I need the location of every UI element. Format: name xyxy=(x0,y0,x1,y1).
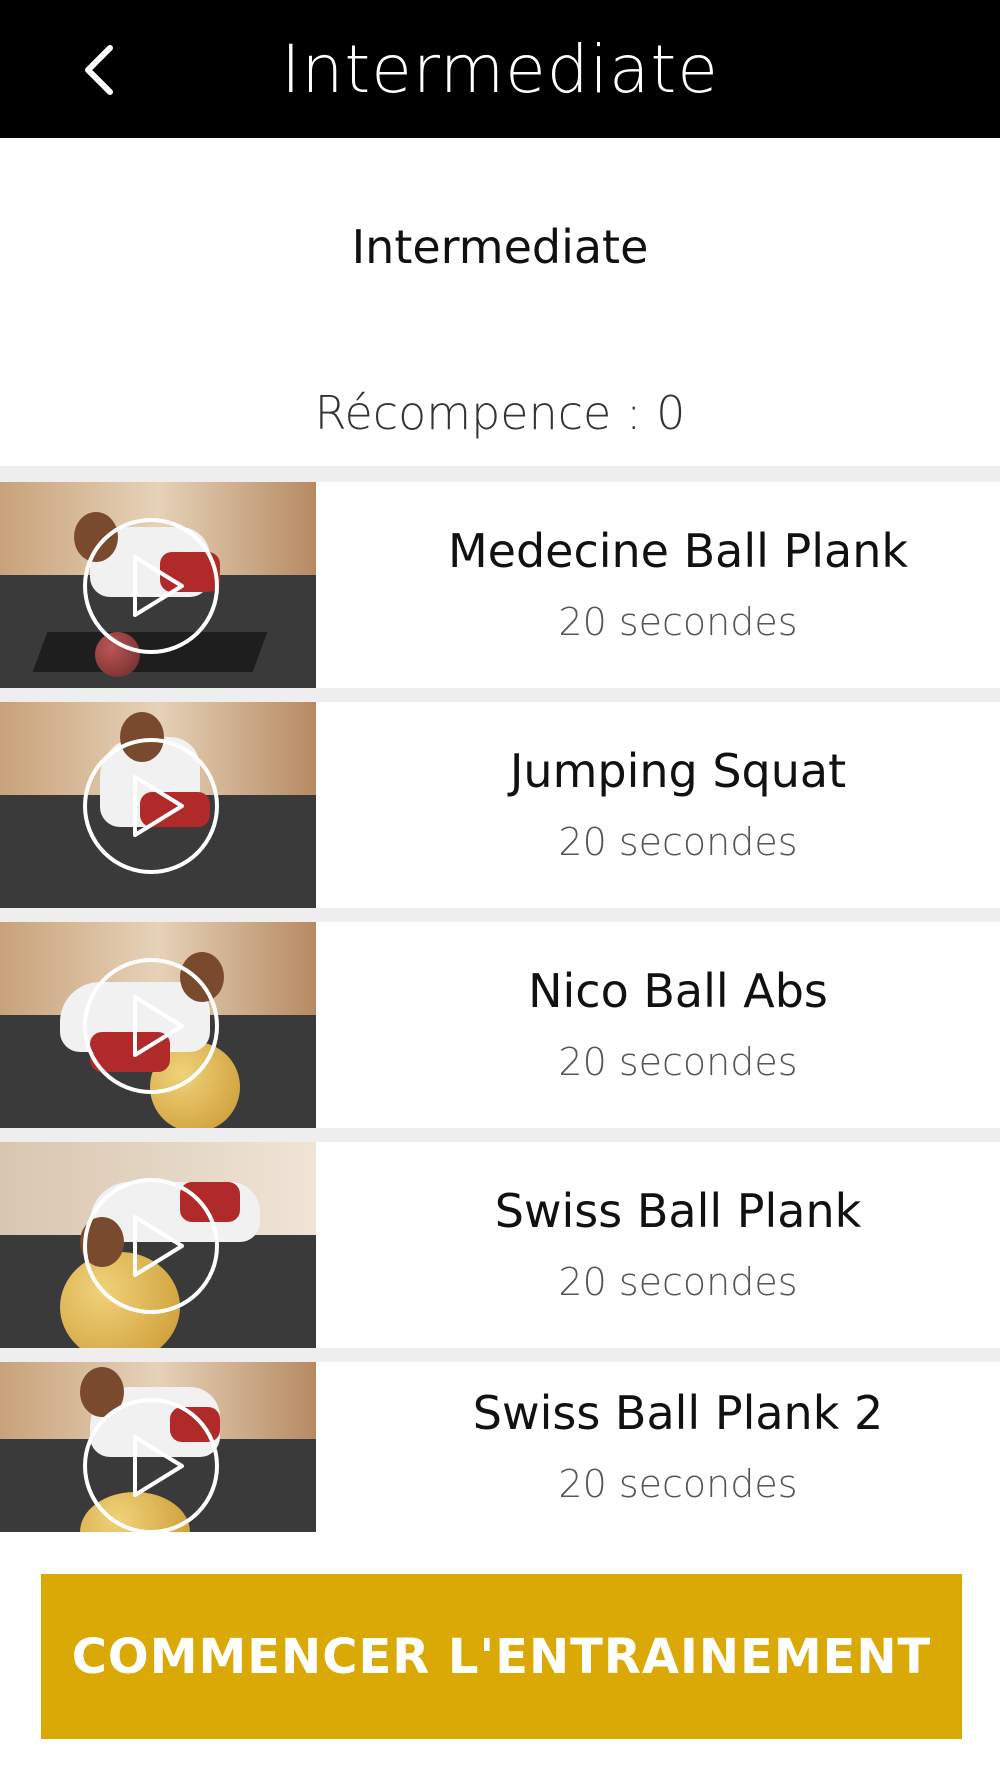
app-header: Intermediate xyxy=(0,0,1000,138)
exercise-name: Nico Ball Abs xyxy=(528,964,828,1018)
exercise-thumbnail[interactable] xyxy=(0,1362,316,1532)
page-title: Intermediate xyxy=(281,31,719,108)
exercise-duration: 20 secondes xyxy=(558,1260,798,1304)
exercise-duration: 20 secondes xyxy=(558,1462,798,1506)
list-item[interactable]: Swiss Ball Plank 2 20 secondes xyxy=(0,1362,1000,1532)
play-icon xyxy=(83,958,219,1094)
exercise-list: Medecine Ball Plank 20 secondes Jumping … xyxy=(0,466,1000,1532)
list-item[interactable]: Medecine Ball Plank 20 secondes xyxy=(0,482,1000,688)
exercise-duration: 20 secondes xyxy=(558,600,798,644)
exercise-name: Jumping Squat xyxy=(509,744,847,798)
exercise-name: Swiss Ball Plank 2 xyxy=(472,1386,884,1440)
exercise-name: Medecine Ball Plank xyxy=(447,524,909,578)
start-workout-button[interactable]: COMMENCER L'ENTRAINEMENT xyxy=(41,1574,962,1739)
exercise-name: Swiss Ball Plank xyxy=(494,1184,862,1238)
exercise-duration: 20 secondes xyxy=(558,820,798,864)
play-icon xyxy=(83,738,219,874)
exercise-thumbnail[interactable] xyxy=(0,1142,316,1348)
play-icon xyxy=(83,1398,219,1532)
play-icon xyxy=(83,518,219,654)
reward-text: Récompence : 0 xyxy=(314,386,686,440)
exercise-duration: 20 secondes xyxy=(558,1040,798,1084)
exercise-thumbnail[interactable] xyxy=(0,922,316,1128)
list-item[interactable]: Swiss Ball Plank 20 secondes xyxy=(0,1142,1000,1348)
exercise-thumbnail[interactable] xyxy=(0,702,316,908)
list-item[interactable]: Nico Ball Abs 20 secondes xyxy=(0,922,1000,1128)
play-icon xyxy=(83,1178,219,1314)
list-item[interactable]: Jumping Squat 20 secondes xyxy=(0,702,1000,908)
exercise-thumbnail[interactable] xyxy=(0,482,316,688)
program-name: Intermediate xyxy=(351,220,649,274)
